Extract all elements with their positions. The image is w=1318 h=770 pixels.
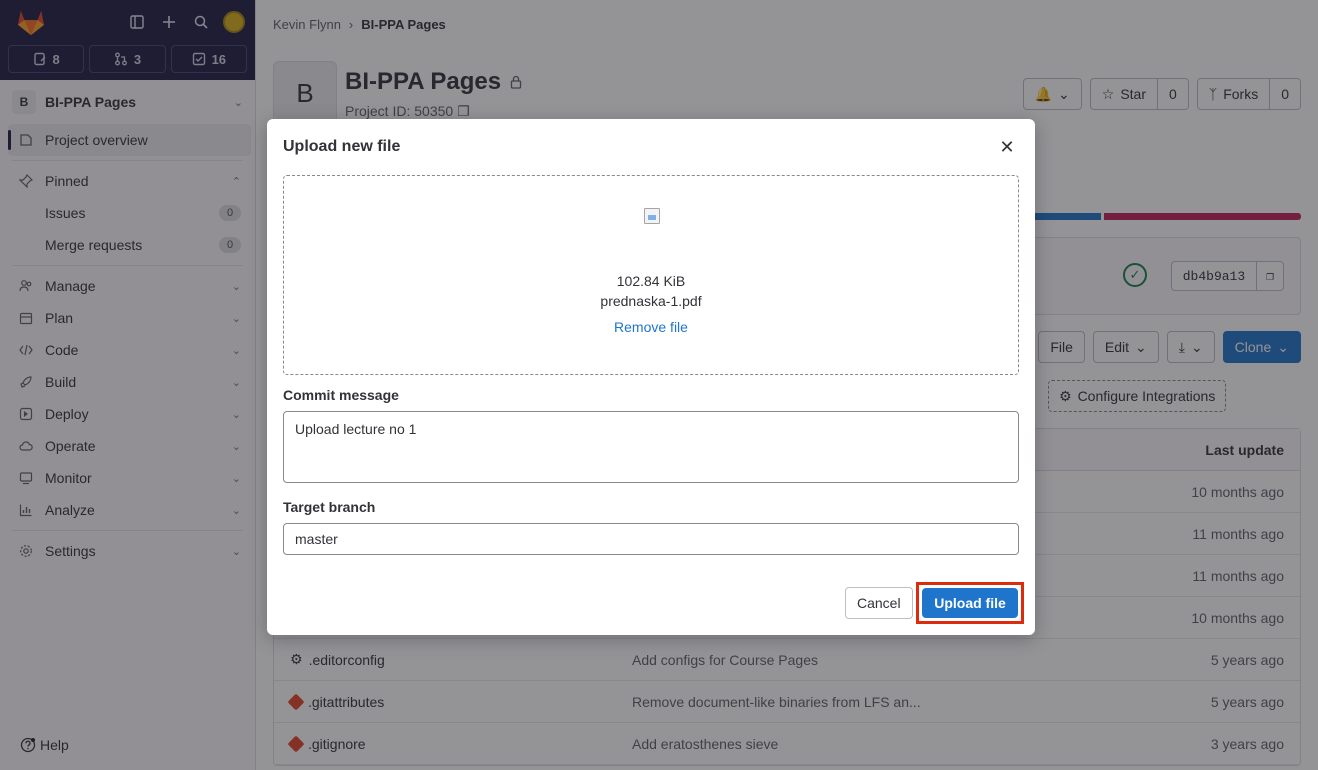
upload-file-modal: Upload new file ✕ 102.84 KiB prednaska-1…: [267, 119, 1035, 635]
file-preview-image: [644, 208, 660, 224]
file-name: prednaska-1.pdf: [600, 293, 702, 309]
target-branch-label: Target branch: [283, 499, 376, 515]
file-size: 102.84 KiB: [616, 273, 686, 289]
file-dropzone[interactable]: 102.84 KiB prednaska-1.pdf Remove file: [283, 175, 1019, 375]
modal-title: Upload new file: [283, 138, 401, 155]
upload-highlight-outline: Upload file: [916, 582, 1024, 624]
target-branch-input[interactable]: master: [283, 523, 1019, 555]
commit-message-textarea[interactable]: Upload lecture no 1: [283, 411, 1019, 483]
upload-file-button[interactable]: Upload file: [922, 588, 1018, 618]
commit-message-label: Commit message: [283, 387, 399, 403]
cancel-button[interactable]: Cancel: [845, 587, 913, 619]
remove-file-link[interactable]: Remove file: [284, 319, 1018, 335]
close-icon[interactable]: ✕: [997, 137, 1017, 157]
